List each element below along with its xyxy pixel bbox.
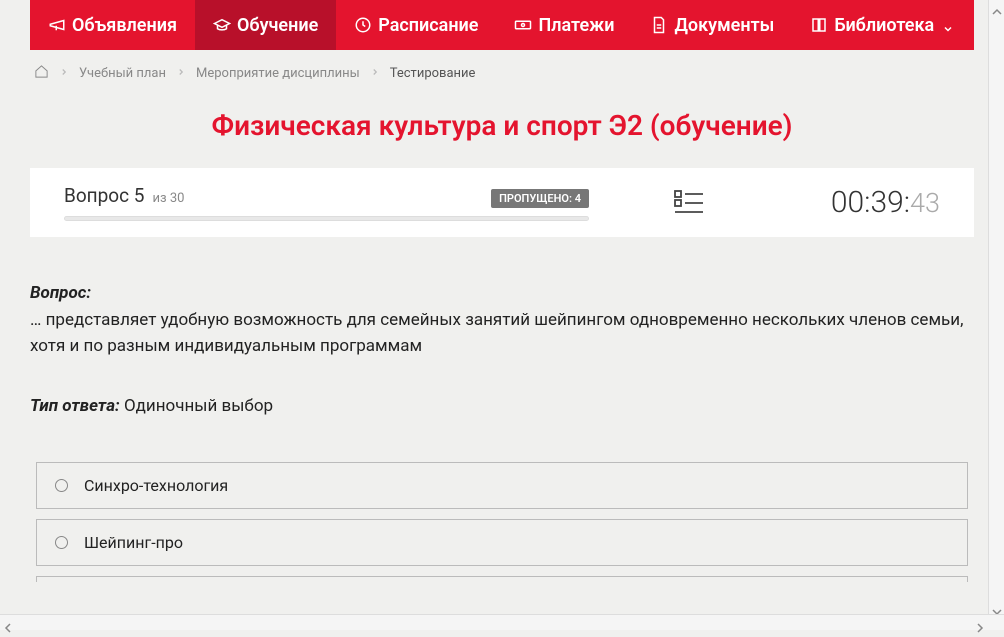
answers-list: Синхро-технология Шейпинг-про (30, 462, 974, 582)
nav-item-announcements[interactable]: Объявления (30, 0, 195, 50)
answer-text: Синхро-технология (84, 476, 228, 495)
page-title: Физическая культура и спорт Э2 (обучение… (0, 97, 1004, 168)
question-text: … представляет удобную возможность для с… (30, 307, 974, 360)
nav-label: Обучение (237, 15, 318, 36)
chevron-right-icon (370, 66, 380, 81)
timer: 00:39:43 (831, 185, 940, 220)
answer-option[interactable]: Шейпинг-про (36, 519, 968, 566)
question-content: Вопрос: … представляет удобную возможнос… (0, 237, 1004, 612)
nav-label: Платежи (538, 15, 614, 36)
radio-icon (55, 479, 68, 492)
nav-item-payments[interactable]: Платежи (496, 0, 632, 50)
nav-item-learning[interactable]: Обучение (195, 0, 336, 50)
chevron-right-icon (59, 66, 69, 81)
question-number: Вопрос 5 (64, 184, 144, 207)
answer-option-partial (36, 576, 968, 582)
scroll-down-icon (992, 602, 1002, 612)
chevron-down-icon (942, 19, 954, 31)
horizontal-scrollbar[interactable] (0, 614, 1004, 630)
answer-type-value: Одиночный выбор (120, 396, 273, 416)
question-total: из 30 (152, 191, 184, 206)
breadcrumb-link[interactable]: Учебный план (79, 66, 166, 81)
radio-icon (55, 536, 68, 549)
file-text-icon (650, 16, 668, 34)
clock-icon (354, 16, 372, 34)
graduation-cap-icon (213, 16, 231, 34)
nav-item-documents[interactable]: Документы (632, 0, 792, 50)
nav-label: Документы (674, 15, 774, 36)
home-icon[interactable] (34, 64, 49, 83)
nav-label: Объявления (72, 15, 177, 36)
status-bar: Вопрос 5 из 30 ПРОПУЩЕНО: 4 00:39:43 (30, 168, 974, 237)
breadcrumb-current: Тестирование (390, 66, 476, 81)
chevron-right-icon (176, 66, 186, 81)
answer-text: Шейпинг-про (84, 533, 183, 552)
timer-seconds: 43 (910, 187, 940, 219)
progress-bar (64, 216, 589, 221)
banknote-icon (514, 16, 532, 34)
vertical-scrollbar[interactable] (988, 0, 1004, 614)
megaphone-icon (48, 16, 66, 34)
breadcrumb-link[interactable]: Мероприятие дисциплины (196, 66, 360, 81)
question-heading: Вопрос: (30, 283, 974, 303)
book-icon (810, 16, 828, 34)
breadcrumb: Учебный план Мероприятие дисциплины Тест… (0, 50, 1004, 97)
question-list-icon[interactable] (674, 190, 704, 216)
nav-item-schedule[interactable]: Расписание (336, 0, 496, 50)
timer-main: 00:39: (831, 185, 910, 220)
scroll-right-icon (975, 618, 985, 628)
scroll-left-icon (3, 618, 13, 628)
scroll-up-icon (992, 2, 1002, 12)
answer-type-label: Тип ответа: (30, 396, 120, 416)
skipped-badge: ПРОПУЩЕНО: 4 (491, 189, 589, 208)
top-navigation: Объявления Обучение Расписание Платежи Д… (30, 0, 974, 50)
nav-item-library[interactable]: Библиотека (792, 0, 972, 50)
nav-label: Библиотека (834, 15, 934, 36)
nav-label: Расписание (378, 15, 478, 36)
answer-option[interactable]: Синхро-технология (36, 462, 968, 509)
